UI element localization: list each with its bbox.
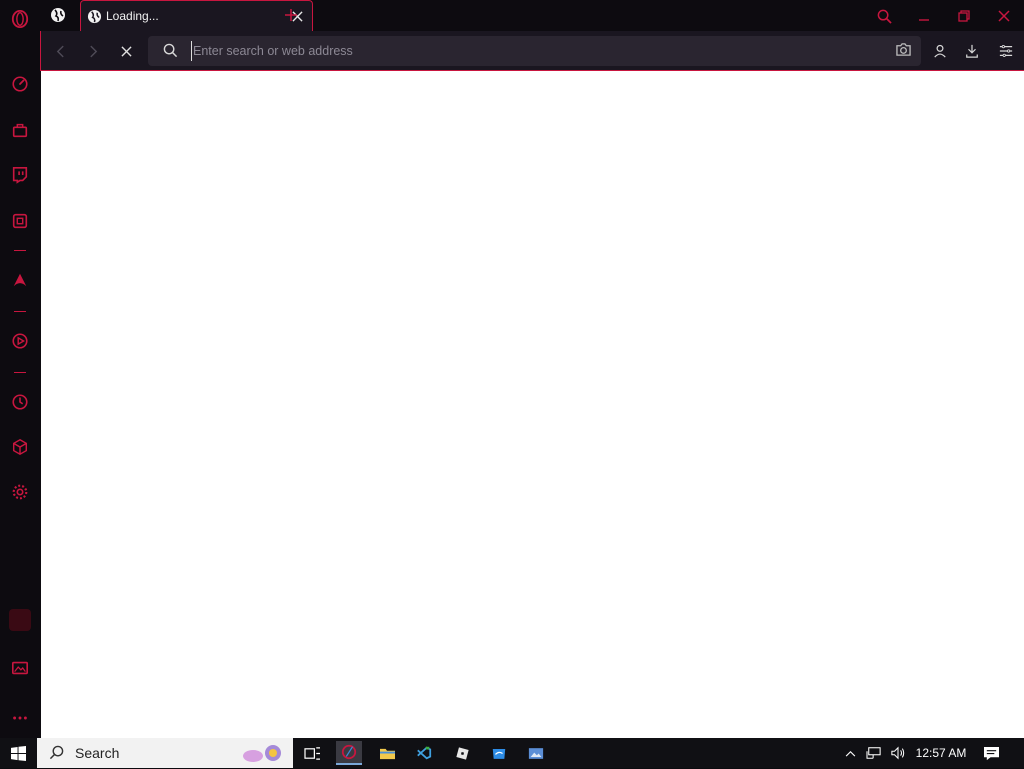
- roblox-icon[interactable]: [449, 741, 475, 765]
- search-icon: [49, 745, 65, 761]
- restore-button[interactable]: [954, 6, 974, 26]
- more-icon[interactable]: [8, 706, 32, 730]
- search-highlight-icon: [241, 742, 285, 764]
- file-explorer-icon[interactable]: [374, 741, 400, 765]
- download-icon[interactable]: [963, 42, 981, 60]
- page-content[interactable]: [41, 71, 1024, 738]
- pinned-tab-globe-icon[interactable]: [50, 7, 66, 23]
- vs-code-icon[interactable]: [411, 741, 437, 765]
- sidebar: [0, 0, 40, 738]
- back-button[interactable]: [51, 42, 69, 60]
- action-center-icon[interactable]: [980, 738, 1002, 768]
- windows-start-icon[interactable]: [0, 738, 36, 768]
- show-hidden-icons-icon[interactable]: [840, 738, 860, 768]
- new-tab-button[interactable]: [282, 6, 300, 24]
- close-window-button[interactable]: [994, 6, 1014, 26]
- task-view-icon[interactable]: [299, 741, 325, 765]
- address-input[interactable]: [191, 41, 895, 61]
- wallpaper-icon[interactable]: [8, 656, 32, 680]
- sidebar-separator: [14, 250, 26, 251]
- forward-button[interactable]: [84, 42, 102, 60]
- speed-dial-icon[interactable]: [8, 72, 32, 96]
- stop-loading-button[interactable]: [117, 42, 135, 60]
- camera-icon[interactable]: [895, 42, 913, 60]
- network-icon[interactable]: [863, 738, 885, 768]
- address-bar[interactable]: [148, 36, 921, 66]
- account-icon[interactable]: [931, 42, 949, 60]
- sidebar-active-indicator: [9, 609, 31, 631]
- opera-gx-icon[interactable]: [336, 741, 362, 765]
- history-icon[interactable]: [8, 390, 32, 414]
- navigation-toolbar: [40, 31, 1024, 71]
- bag-icon[interactable]: [8, 118, 32, 142]
- minimize-button[interactable]: [914, 6, 934, 26]
- opera-logo-icon[interactable]: [8, 7, 32, 31]
- globe-icon: [87, 9, 102, 24]
- taskbar: Search 12:57 AM: [0, 738, 1024, 768]
- browser-window: Loading...: [0, 0, 1024, 738]
- box-icon[interactable]: [8, 435, 32, 459]
- aria-icon[interactable]: [8, 268, 32, 292]
- search-icon: [163, 43, 179, 59]
- store-icon[interactable]: [486, 741, 512, 765]
- taskbar-search-label: Search: [75, 745, 120, 761]
- settings-icon[interactable]: [8, 480, 32, 504]
- easy-setup-menu-icon[interactable]: [997, 42, 1015, 60]
- sidebar-separator: [14, 372, 26, 373]
- tab-title: Loading...: [106, 9, 159, 23]
- tab-strip: Loading...: [40, 0, 1024, 31]
- active-tab[interactable]: Loading...: [80, 0, 313, 31]
- search-tabs-icon[interactable]: [874, 6, 894, 26]
- photos-icon[interactable]: [523, 741, 549, 765]
- taskbar-clock[interactable]: 12:57 AM: [910, 738, 972, 768]
- player-icon[interactable]: [8, 329, 32, 353]
- volume-icon[interactable]: [887, 738, 909, 768]
- cube-icon[interactable]: [8, 209, 32, 233]
- sidebar-separator: [14, 311, 26, 312]
- twitch-icon[interactable]: [8, 163, 32, 187]
- taskbar-search-box[interactable]: Search: [37, 738, 293, 768]
